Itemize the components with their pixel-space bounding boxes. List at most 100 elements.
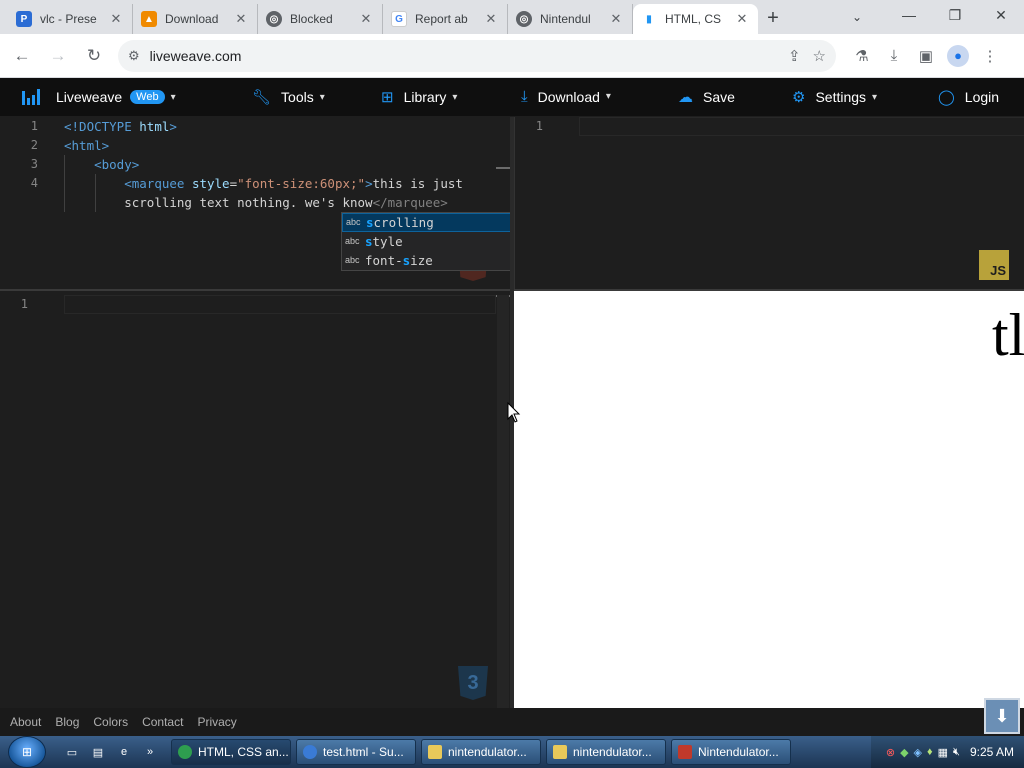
footer-link-about[interactable]: About: [10, 715, 41, 729]
close-icon[interactable]: ✕: [483, 11, 499, 27]
tab-search-icon[interactable]: ⌄: [846, 6, 868, 28]
restore-icon[interactable]: ❐: [932, 0, 978, 30]
save-button[interactable]: ☁ Save: [678, 88, 735, 106]
browser-tab[interactable]: ◎ Blocked ✕: [258, 4, 383, 34]
code-token: <body>: [94, 157, 140, 172]
explorer-icon[interactable]: ▤: [88, 742, 108, 762]
browser-tab[interactable]: ◎ Nintendul ✕: [508, 4, 633, 34]
browser-tab[interactable]: G Report ab ✕: [383, 4, 508, 34]
suggestion-item[interactable]: abc font-s ize: [342, 251, 513, 270]
suggestion-item[interactable]: abc s crolling: [342, 213, 513, 232]
extension-flask-icon[interactable]: ⚗: [846, 40, 878, 72]
suggestion-rest: ize: [410, 253, 433, 268]
ie-icon[interactable]: e: [114, 742, 134, 762]
download-arrow-icon[interactable]: ⬇: [984, 698, 1020, 734]
address-bar[interactable]: ⚙ liveweave.com ⇪ ☆: [118, 39, 836, 72]
footer-link-contact[interactable]: Contact: [142, 715, 183, 729]
back-icon[interactable]: ←: [6, 40, 38, 72]
security-icon[interactable]: ⊗: [886, 746, 895, 759]
line-number: 3: [30, 157, 38, 171]
suggestion-match: s: [402, 253, 411, 268]
css-editor[interactable]: 1 3: [0, 295, 510, 708]
code-token: scrolling text nothing. we's know: [124, 195, 373, 210]
suggestion-item[interactable]: abc s tyle: [342, 232, 513, 251]
js-badge-icon: JS: [979, 250, 1009, 280]
suggestion-match: s: [365, 234, 373, 249]
menu-kebab-icon[interactable]: ⋮: [974, 40, 1006, 72]
tools-menu[interactable]: 🔧︎ Tools ▾: [252, 88, 325, 106]
code-token: >: [365, 176, 373, 191]
chevron-down-icon[interactable]: ▾: [171, 92, 176, 103]
brand-logo[interactable]: Liveweave Web ▾: [22, 89, 176, 105]
network-icon[interactable]: ▦: [938, 746, 948, 759]
windows-taskbar: ⊞ ▭ ▤ e » HTML, CSS an... test.html - Su…: [0, 736, 1024, 768]
gear-icon: ⚙: [792, 89, 806, 106]
tray-app-icon[interactable]: ♦: [927, 746, 933, 758]
more-chevron-icon[interactable]: »: [140, 742, 160, 762]
login-button[interactable]: ◯ Login: [938, 88, 999, 106]
suggestion-rest: tyle: [372, 234, 403, 249]
app-navbar: Liveweave Web ▾ 🔧︎ Tools ▾ ⊞ Library ▾ ⤓…: [0, 78, 1024, 116]
close-icon[interactable]: ✕: [108, 11, 124, 27]
chevron-down-icon: ▾: [319, 91, 325, 103]
footer-link-colors[interactable]: Colors: [93, 715, 128, 729]
tray-app-icon[interactable]: ◆: [900, 746, 908, 759]
footer-link-blog[interactable]: Blog: [55, 715, 79, 729]
line-number: [0, 193, 38, 212]
system-tray: ⊗ ◆ ◈ ♦ ▦ 🔇︎ 9:25 AM: [870, 736, 1024, 768]
taskbar-item-label: test.html - Su...: [323, 745, 404, 759]
clock[interactable]: 9:25 AM: [970, 745, 1014, 759]
css3-badge-icon: 3: [458, 666, 488, 700]
taskbar-item[interactable]: test.html - Su...: [296, 739, 416, 765]
code-token: </marquee>: [372, 195, 448, 210]
new-tab-button[interactable]: +: [758, 4, 788, 34]
close-icon[interactable]: ✕: [233, 11, 249, 27]
browser-tab[interactable]: ▲ Download ✕: [133, 4, 258, 34]
wrench-icon: 🔧︎: [252, 89, 272, 106]
side-panel-icon[interactable]: ▣: [910, 40, 942, 72]
tab-title: vlc - Prese: [40, 12, 97, 26]
volume-muted-icon[interactable]: 🔇︎: [953, 746, 960, 759]
slides-icon: P: [16, 11, 32, 27]
globe-icon: ◎: [516, 11, 532, 27]
editor-scrollbar[interactable]: [497, 295, 509, 708]
site-info-icon[interactable]: ⚙: [128, 48, 140, 64]
code-token: <marquee: [124, 176, 192, 191]
browser-tab-active[interactable]: ▮ HTML, CS ✕: [633, 4, 758, 34]
start-orb-icon[interactable]: ⊞: [8, 736, 46, 768]
minimize-icon[interactable]: —: [886, 0, 932, 30]
settings-label: Settings: [815, 89, 867, 105]
settings-menu[interactable]: ⚙ Settings ▾: [792, 88, 877, 106]
library-menu[interactable]: ⊞ Library ▾: [381, 88, 457, 106]
tray-app-icon[interactable]: ◈: [914, 746, 922, 759]
taskbar-item[interactable]: nintendulator...: [421, 739, 541, 765]
code-token: <html>: [64, 138, 110, 153]
close-window-icon[interactable]: ✕: [978, 0, 1024, 30]
taskbar-item[interactable]: nintendulator...: [546, 739, 666, 765]
taskbar-item[interactable]: HTML, CSS an...: [171, 739, 291, 765]
bookmark-star-icon[interactable]: ☆: [813, 47, 826, 65]
download-icon[interactable]: ⤓: [878, 40, 910, 72]
reload-icon[interactable]: ↻: [78, 40, 110, 72]
download-menu[interactable]: ⤓ Download ▾: [521, 88, 611, 105]
output-preview[interactable]: tl: [514, 291, 1024, 708]
library-plus-icon: ⊞: [381, 89, 394, 106]
forward-icon[interactable]: →: [42, 40, 74, 72]
share-icon[interactable]: ⇪: [788, 47, 801, 65]
footer-link-privacy[interactable]: Privacy: [197, 715, 236, 729]
close-icon[interactable]: ✕: [608, 11, 624, 27]
line-number: 1: [20, 297, 28, 311]
autocomplete-suggestions: abc s crolling abc s tyle abc font-s ize: [341, 212, 514, 271]
taskbar-item[interactable]: Nintendulator...: [671, 739, 791, 765]
code-line: <body>: [64, 155, 463, 174]
close-icon[interactable]: ✕: [734, 11, 750, 27]
code-lines: <!DOCTYPE html> <html> <body> <marquee s…: [64, 117, 463, 212]
browser-tab[interactable]: P vlc - Prese ✕: [8, 4, 133, 34]
code-token: style: [191, 176, 230, 191]
js-editor[interactable]: 1 JS: [514, 117, 1024, 289]
scroll-marker: [496, 167, 510, 169]
profile-avatar-icon[interactable]: ●: [947, 44, 969, 67]
close-icon[interactable]: ✕: [358, 11, 374, 27]
taskbar-item-label: nintendulator...: [448, 745, 527, 759]
show-desktop-icon[interactable]: ▭: [62, 742, 82, 762]
